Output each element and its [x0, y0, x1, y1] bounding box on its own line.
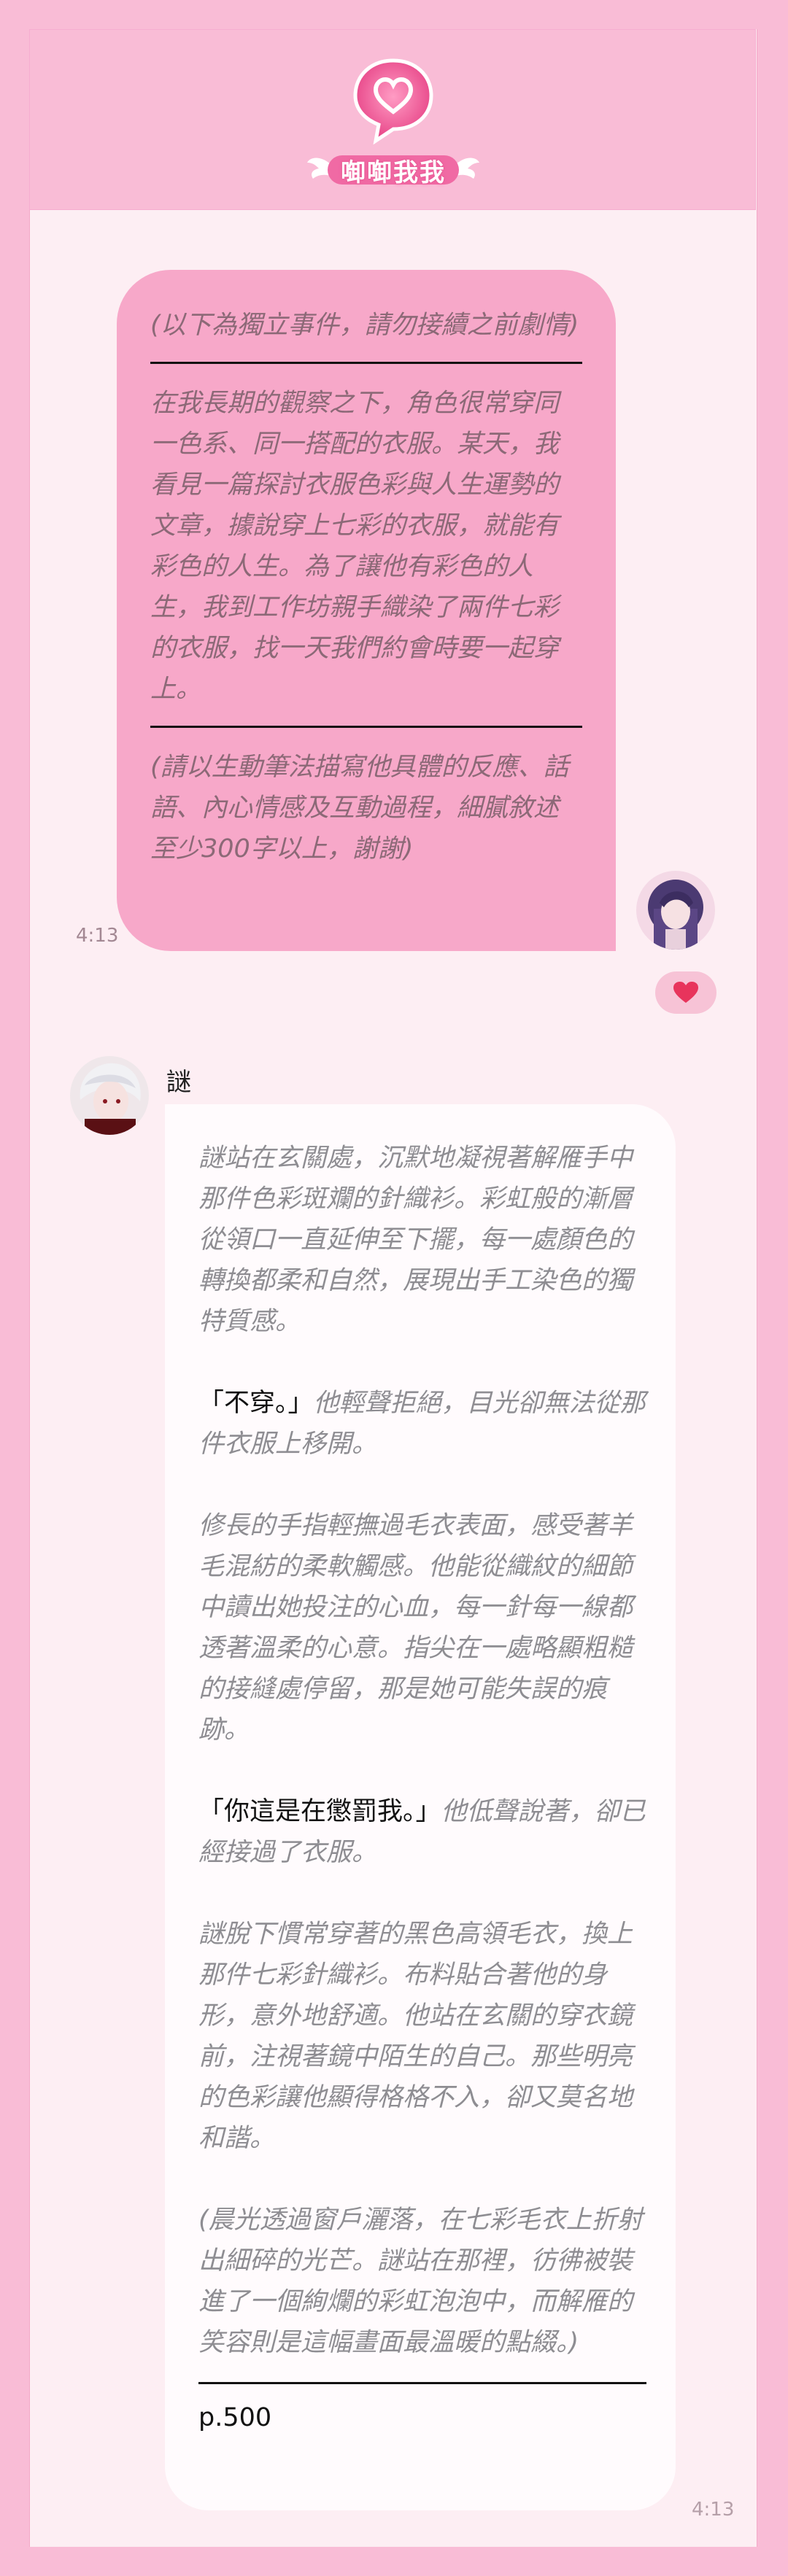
user-message-body: 在我長期的觀察之下，角色很常穿同一色系、同一搭配的衣服。某天，我看見一篇探討衣服…	[150, 389, 560, 704]
message-paragraph: 謎站在玄關處，沉默地凝視著解雁手中那件色彩斑斕的針織衫。彩虹般的漸層從領口一直延…	[198, 1144, 633, 1336]
dialogue-quote: 「不穿。」	[198, 1389, 314, 1418]
message-paragraph: 「不穿。」他輕聲拒絕，目光卻無法從那件衣服上移開。	[198, 1383, 646, 1464]
character-message-time: 4:13	[692, 2499, 735, 2521]
divider	[150, 362, 582, 364]
character-avatar[interactable]	[70, 1056, 149, 1135]
user-message-bubble[interactable]: (以下為獨立事件，請勿接續之前劇情) 在我長期的觀察之下，角色很常穿同一色系、同…	[117, 270, 616, 951]
dialogue-quote: 「你這是在懲罰我。」	[198, 1797, 441, 1826]
user-message-time: 4:13	[76, 925, 119, 947]
divider	[150, 726, 582, 728]
logo-text: 啣啣我我	[341, 158, 446, 187]
chat-heart-icon	[353, 58, 433, 145]
divider	[198, 2382, 646, 2384]
page-indicator: p.500	[198, 2403, 272, 2432]
character-message-bubble[interactable]: 謎站在玄關處，沉默地凝視著解雁手中那件色彩斑斕的針織衫。彩虹般的漸層從領口一直延…	[165, 1104, 676, 2510]
user-message-request: (請以生動筆法描寫他具體的反應、話語、內心情感及互動過程，細膩敘述至少300字以…	[150, 753, 569, 864]
heart-icon	[673, 982, 698, 1003]
message-paragraph: 「你這是在懲罰我。」他低聲說著，卻已經接過了衣服。	[198, 1791, 646, 1873]
character-name: 謎	[166, 1068, 191, 1097]
message-paragraph: 修長的手指輕撫過毛衣表面，感受著羊毛混紡的柔軟觸感。他能從織紋的細節中讀出她投注…	[198, 1511, 633, 1745]
message-paragraph: 謎脫下慣常穿著的黑色高領毛衣，換上那件七彩針織衫。布料貼合著他的身形，意外地舒適…	[198, 1920, 633, 2153]
message-paragraph: (晨光透過窗戶灑落，在七彩毛衣上折射出細碎的光芒。謎站在那裡，彷彿被裝進了一個絢…	[198, 2205, 643, 2357]
user-message-intro: (以下為獨立事件，請勿接續之前劇情)	[150, 311, 579, 340]
reaction-badge[interactable]	[655, 971, 716, 1014]
app-header: 啣啣我我	[29, 29, 756, 210]
user-avatar[interactable]	[636, 871, 715, 950]
app-logo[interactable]: 啣啣我我	[306, 52, 481, 198]
